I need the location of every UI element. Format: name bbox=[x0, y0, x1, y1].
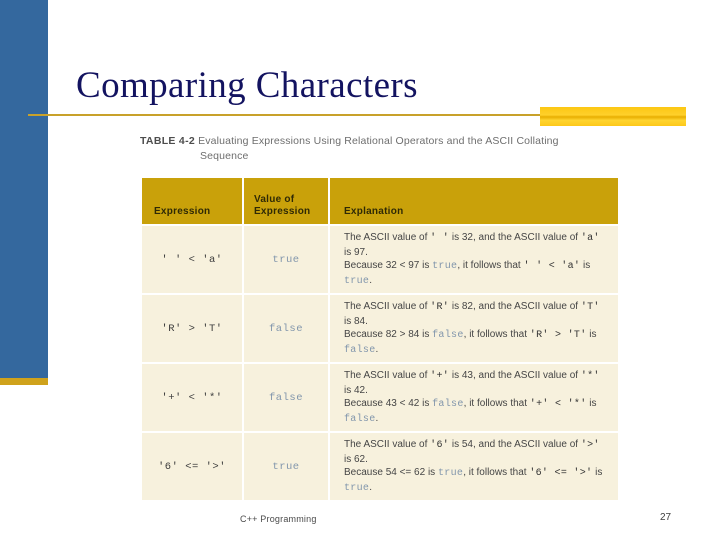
explanation-fragment-text: is bbox=[592, 467, 603, 478]
explanation-fragment-mono: 'T' bbox=[580, 302, 600, 313]
table-caption-label: TABLE 4-2 bbox=[140, 135, 196, 147]
explanation-fragment-text: is bbox=[586, 329, 597, 340]
title-divider-accent-block bbox=[540, 107, 686, 126]
slide-left-accent-bar-footer bbox=[0, 378, 48, 385]
table-header-row: Expression Value of Expression Explanati… bbox=[142, 178, 618, 224]
explanation-fragment-text: Because 82 > 84 is bbox=[344, 329, 433, 340]
cell-value-of-expression: true bbox=[244, 226, 328, 293]
explanation-fragment-mono: '+' < '*' bbox=[529, 399, 587, 410]
table-row: '+' < '*' false The ASCII value of '+' is … bbox=[142, 364, 618, 431]
cell-explanation: The ASCII value of '+' is 43, and the AS… bbox=[330, 364, 618, 431]
explanation-fragment-text: . bbox=[375, 412, 379, 424]
table-body: ' ' < 'a' true The ASCII value of ' ' is 3… bbox=[142, 226, 618, 500]
explanation-fragment-mono: '+' bbox=[430, 371, 450, 382]
explanation-fragment-mono: '*' bbox=[580, 371, 600, 382]
explanation-fragment-bool: true bbox=[437, 468, 464, 479]
explanation-fragment-text: , it follows that bbox=[463, 467, 530, 478]
explanation-fragment-mono: '6' <= '>' bbox=[529, 468, 593, 479]
cell-expression: ' ' < 'a' bbox=[142, 226, 242, 293]
table-caption-line2: Sequence bbox=[200, 150, 249, 162]
explanation-fragment-text: The ASCII value of bbox=[344, 370, 431, 381]
explanation-fragment-mono: ' ' < 'a' bbox=[523, 261, 581, 272]
explanation-fragment-text: , it follows that bbox=[463, 329, 530, 340]
explanation-fragment-bool: true bbox=[432, 261, 458, 272]
cell-expression: '+' < '*' bbox=[142, 364, 242, 431]
page-title: Comparing Characters bbox=[76, 64, 418, 106]
explanation-fragment-text: Because 54 <= 62 is bbox=[344, 467, 438, 478]
explanation-fragment-text: . bbox=[369, 274, 372, 286]
explanation-fragment-text: is bbox=[586, 398, 597, 409]
explanation-fragment-bool: true bbox=[344, 275, 370, 287]
explanation-fragment-text: The ASCII value of bbox=[344, 301, 431, 312]
explanation-fragment-text: . bbox=[375, 343, 379, 355]
explanation-fragment-text: The ASCII value of bbox=[344, 232, 431, 243]
cell-explanation: The ASCII value of ' ' is 32, and the AS… bbox=[330, 226, 618, 293]
slide-left-accent-bar bbox=[0, 0, 48, 378]
explanation-fragment-text: is 54, and the ASCII value of bbox=[449, 439, 581, 450]
explanation-fragment-text: , it follows that bbox=[463, 398, 530, 409]
cell-expression: 'R' > 'T' bbox=[142, 295, 242, 362]
explanation-fragment-bool: false bbox=[344, 344, 376, 356]
table-caption-line1: Evaluating Expressions Using Relational … bbox=[198, 135, 559, 147]
explanation-fragment-text: is bbox=[580, 260, 591, 271]
explanation-fragment-text: is 84. bbox=[344, 315, 368, 327]
explanation-fragment-text: is 62. bbox=[344, 453, 368, 465]
table-caption: TABLE 4-2 Evaluating Expressions Using R… bbox=[140, 134, 620, 164]
relational-operators-table: Expression Value of Expression Explanati… bbox=[140, 176, 620, 502]
explanation-fragment-text: . bbox=[369, 481, 372, 493]
cell-explanation: The ASCII value of '6' is 54, and the AS… bbox=[330, 433, 618, 500]
cell-expression: '6' <= '>' bbox=[142, 433, 242, 500]
explanation-fragment-mono: 'a' bbox=[580, 233, 600, 244]
table-row: ' ' < 'a' true The ASCII value of ' ' is 3… bbox=[142, 226, 618, 293]
table-row: '6' <= '>' true The ASCII value of '6' is … bbox=[142, 433, 618, 500]
explanation-fragment-mono: 'R' > 'T' bbox=[529, 330, 587, 341]
explanation-fragment-text: Because 43 < 42 is bbox=[344, 398, 433, 409]
column-header-value-of-expression: Value of Expression bbox=[244, 178, 328, 224]
explanation-fragment-text: is 43, and the ASCII value of bbox=[449, 370, 581, 381]
explanation-fragment-text: is 82, and the ASCII value of bbox=[449, 301, 581, 312]
explanation-fragment-mono: 'R' bbox=[430, 302, 450, 313]
explanation-fragment-mono: ' ' bbox=[430, 233, 450, 244]
footer-course-label: C++ Programming bbox=[240, 514, 317, 524]
explanation-fragment-text: The ASCII value of bbox=[344, 439, 431, 450]
explanation-fragment-text: is 32, and the ASCII value of bbox=[449, 232, 581, 243]
explanation-fragment-text: Because 32 < 97 is bbox=[344, 260, 433, 271]
cell-explanation: The ASCII value of 'R' is 82, and the AS… bbox=[330, 295, 618, 362]
column-header-explanation: Explanation bbox=[330, 178, 618, 224]
table-row: 'R' > 'T' false The ASCII value of 'R' is … bbox=[142, 295, 618, 362]
explanation-fragment-text: is 97. bbox=[344, 246, 368, 258]
cell-value-of-expression: false bbox=[244, 364, 328, 431]
cell-value-of-expression: false bbox=[244, 295, 328, 362]
explanation-fragment-bool: false bbox=[344, 413, 376, 425]
explanation-fragment-bool: false bbox=[432, 399, 464, 410]
explanation-fragment-bool: true bbox=[344, 482, 370, 494]
footer-page-number: 27 bbox=[660, 512, 672, 523]
explanation-fragment-mono: '>' bbox=[580, 440, 600, 451]
presentation-slide: Comparing Characters TABLE 4-2 Evaluatin… bbox=[0, 0, 720, 540]
column-header-value-line2: Expression bbox=[254, 206, 311, 217]
explanation-fragment-mono: '6' bbox=[430, 440, 450, 451]
explanation-fragment-text: is 42. bbox=[344, 384, 368, 396]
explanation-fragment-bool: false bbox=[432, 330, 464, 341]
cell-value-of-expression: true bbox=[244, 433, 328, 500]
column-header-expression: Expression bbox=[142, 178, 242, 224]
column-header-value-line1: Value of bbox=[254, 194, 295, 205]
explanation-fragment-text: , it follows that bbox=[457, 260, 524, 271]
